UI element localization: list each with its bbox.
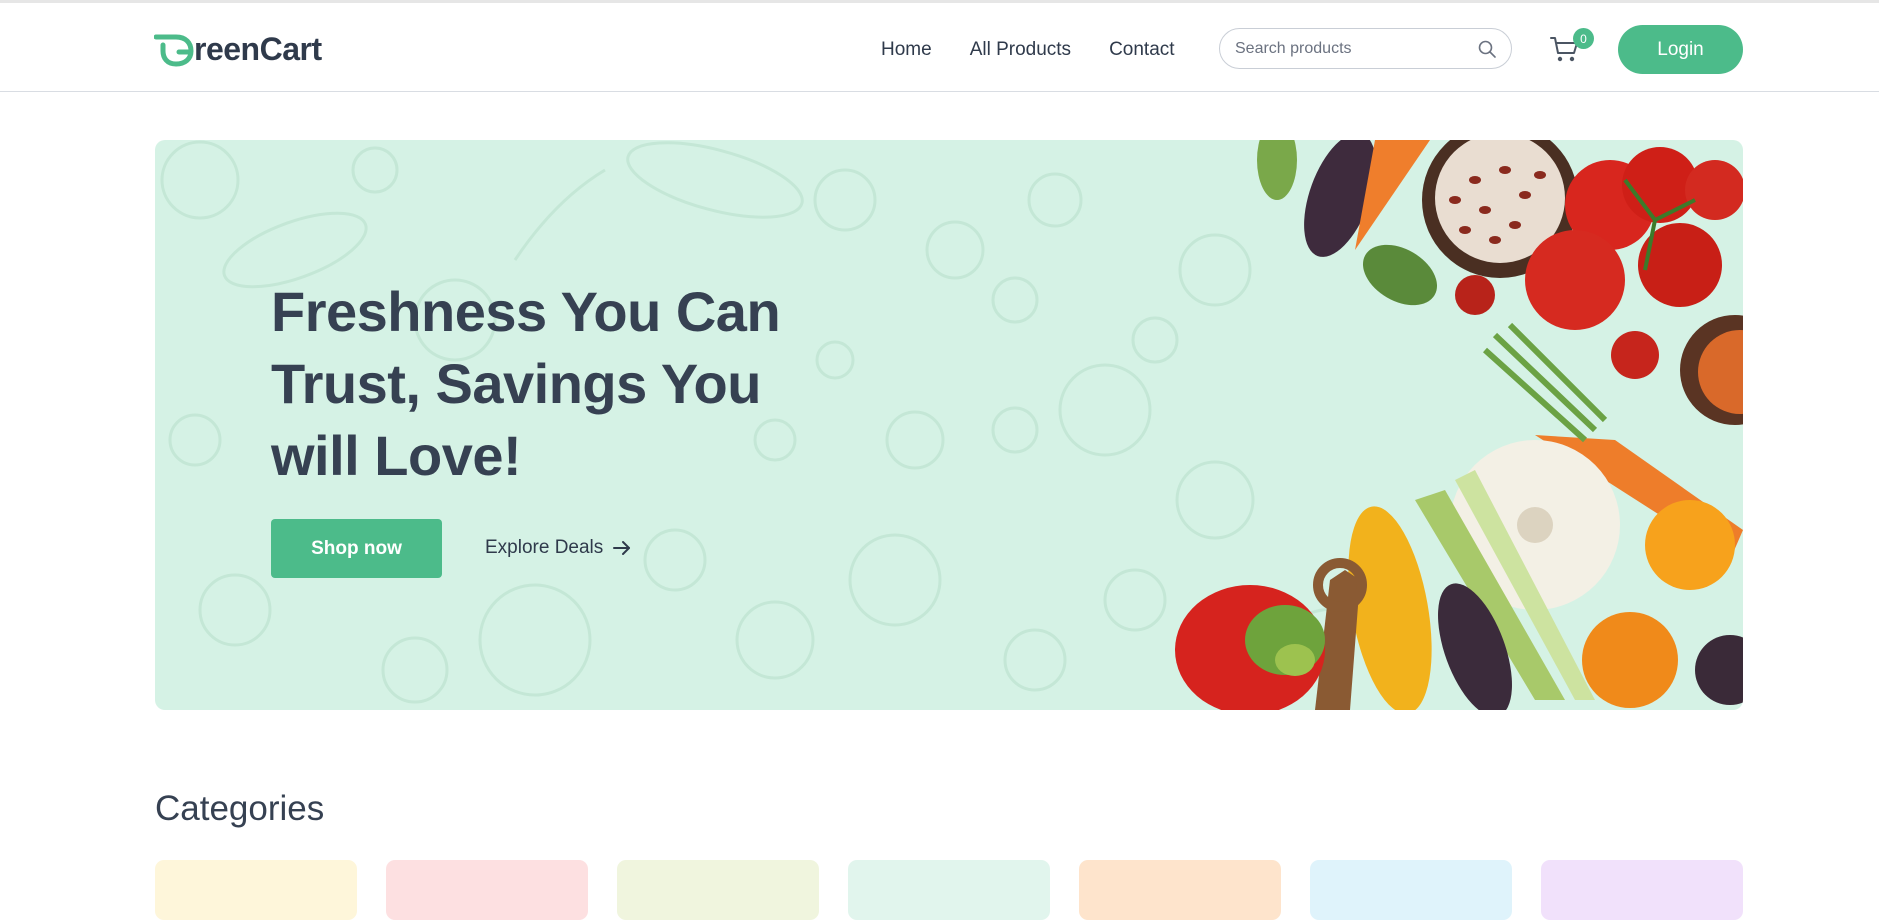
search-input[interactable] (1235, 39, 1477, 58)
category-card[interactable] (617, 860, 819, 920)
category-card[interactable] (1079, 860, 1281, 920)
category-card[interactable] (155, 860, 357, 920)
nav-contact[interactable]: Contact (1109, 37, 1174, 63)
search-bar (1219, 28, 1512, 69)
categories-row (155, 860, 1743, 920)
hero-banner: Freshness You Can Trust, Savings You wil… (155, 140, 1743, 710)
logo[interactable]: reenCart (154, 29, 322, 69)
hero-title-line-1: Freshness You Can (271, 280, 781, 343)
search-icon[interactable] (1477, 39, 1497, 59)
logo-mark-icon (154, 34, 194, 67)
categories-title: Categories (155, 789, 325, 828)
navbar: reenCart Home All Products Contact 0 Log… (0, 3, 1879, 92)
login-button[interactable]: Login (1618, 25, 1743, 74)
shop-now-button[interactable]: Shop now (271, 519, 442, 578)
category-card[interactable] (848, 860, 1050, 920)
hero-title-line-3: will Love! (271, 424, 522, 487)
explore-deals-link[interactable]: Explore Deals (485, 537, 632, 559)
category-card[interactable] (386, 860, 588, 920)
nav-home[interactable]: Home (881, 37, 932, 63)
main-nav: Home All Products Contact (881, 37, 1213, 63)
cart-count-badge: 0 (1573, 28, 1594, 49)
explore-deals-label: Explore Deals (485, 537, 604, 558)
logo-text: reenCart (194, 30, 322, 67)
nav-all-products[interactable]: All Products (970, 37, 1071, 63)
category-card[interactable] (1541, 860, 1743, 920)
arrow-right-icon (613, 541, 631, 555)
hero-title-line-2: Trust, Savings You (271, 352, 761, 415)
category-card[interactable] (1310, 860, 1512, 920)
hero-title: Freshness You Can Trust, Savings You wil… (271, 276, 831, 492)
vegetables-image (1175, 140, 1743, 710)
